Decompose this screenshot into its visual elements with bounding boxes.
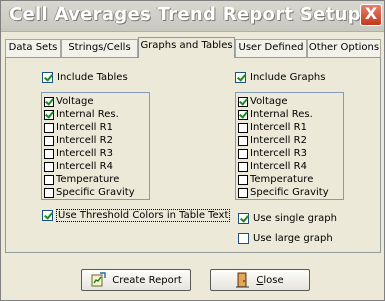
threshold-colors-label: Use Threshold Colors in Table Text — [55, 208, 231, 222]
list-item-label: Intercell R2 — [56, 135, 113, 146]
create-report-button[interactable]: Create Report — [81, 269, 191, 291]
checkbox-icon — [44, 109, 54, 120]
create-report-label: Create Report — [112, 274, 182, 286]
graphs-and-tables-panel: Include Tables Voltage Internal Res. Int… — [5, 57, 381, 253]
list-item-label: Temperature — [250, 174, 314, 185]
tables-item-intercell-r2[interactable]: Intercell R2 — [44, 134, 113, 147]
checkbox-icon — [44, 161, 54, 172]
checkbox-icon — [44, 96, 54, 107]
tables-item-intercell-r3[interactable]: Intercell R3 — [44, 147, 113, 160]
checkbox-icon — [238, 174, 248, 185]
list-item-label: Intercell R3 — [250, 148, 307, 159]
title-bar: Cell Averages Trend Report Setup X — [1, 1, 384, 32]
graphs-item-internal-res[interactable]: Internal Res. — [238, 108, 313, 121]
close-label-rest: lose — [263, 274, 284, 286]
list-item-label: Intercell R3 — [56, 148, 113, 159]
tab-graphs-and-tables[interactable]: Graphs and Tables — [138, 37, 235, 58]
tables-list: Voltage Internal Res. Intercell R1 Inter… — [41, 92, 150, 200]
list-item-label: Temperature — [56, 174, 120, 185]
checkbox-icon — [44, 148, 54, 159]
large-graph-checkbox[interactable]: Use large graph — [238, 231, 333, 245]
include-graphs-label: Include Graphs — [250, 71, 326, 83]
list-item-label: Voltage — [56, 96, 94, 107]
checkbox-icon — [238, 135, 248, 146]
checkbox-icon — [44, 122, 54, 133]
list-item-label: Specific Gravity — [250, 187, 329, 198]
threshold-colors-check — [42, 209, 53, 221]
list-item-label: Specific Gravity — [56, 187, 135, 198]
tables-item-temperature[interactable]: Temperature — [44, 173, 119, 186]
list-item-label: Internal Res. — [56, 109, 119, 120]
close-window-button[interactable]: X — [360, 4, 382, 26]
single-graph-checkbox[interactable]: Use single graph — [238, 211, 337, 225]
checkbox-icon — [44, 174, 54, 185]
graphs-item-temperature[interactable]: Temperature — [238, 173, 313, 186]
threshold-colors-checkbox[interactable]: Use Threshold Colors in Table Text — [42, 208, 231, 222]
graphs-list: Voltage Internal Res. Intercell R1 Inter… — [235, 92, 344, 200]
list-item-label: Intercell R4 — [56, 161, 113, 172]
graphs-item-intercell-r3[interactable]: Intercell R3 — [238, 147, 307, 160]
checkbox-icon — [44, 187, 54, 198]
list-item-label: Intercell R1 — [250, 122, 307, 133]
checkbox-icon — [238, 187, 248, 198]
tables-item-specific-gravity[interactable]: Specific Gravity — [44, 186, 135, 199]
close-label: Close — [256, 275, 283, 286]
graphs-item-specific-gravity[interactable]: Specific Gravity — [238, 186, 329, 199]
graphs-item-intercell-r2[interactable]: Intercell R2 — [238, 134, 307, 147]
tables-item-voltage[interactable]: Voltage — [44, 95, 94, 108]
checkbox-icon — [238, 161, 248, 172]
tab-data-sets[interactable]: Data Sets — [5, 39, 61, 57]
tables-item-intercell-r1[interactable]: Intercell R1 — [44, 121, 113, 134]
single-graph-check — [238, 212, 249, 224]
include-graphs-check — [235, 71, 246, 83]
include-tables-checkbox[interactable]: Include Tables — [42, 70, 128, 84]
graphs-item-intercell-r4[interactable]: Intercell R4 — [238, 160, 307, 173]
tab-other-options[interactable]: Other Options — [307, 39, 381, 57]
door-icon — [236, 272, 250, 288]
tab-user-defined[interactable]: User Defined — [235, 39, 307, 57]
close-button[interactable]: Close — [210, 269, 310, 291]
include-tables-label: Include Tables — [57, 71, 128, 83]
large-graph-check — [238, 232, 249, 244]
tables-item-internal-res[interactable]: Internal Res. — [44, 108, 119, 121]
list-item-label: Internal Res. — [250, 109, 313, 120]
large-graph-label: Use large graph — [253, 232, 333, 244]
single-graph-label: Use single graph — [253, 212, 337, 224]
list-item-label: Intercell R1 — [56, 122, 113, 133]
window-title: Cell Averages Trend Report Setup — [9, 4, 361, 25]
checkbox-icon — [44, 135, 54, 146]
list-item-label: Intercell R2 — [250, 135, 307, 146]
tab-strings-cells[interactable]: Strings/Cells — [61, 39, 138, 57]
checkbox-icon — [238, 96, 248, 107]
graphs-item-voltage[interactable]: Voltage — [238, 95, 288, 108]
tables-item-intercell-r4[interactable]: Intercell R4 — [44, 160, 113, 173]
list-item-label: Intercell R4 — [250, 161, 307, 172]
checkbox-icon — [238, 109, 248, 120]
checkbox-icon — [238, 122, 248, 133]
graphs-item-intercell-r1[interactable]: Intercell R1 — [238, 121, 307, 134]
include-tables-check — [42, 71, 53, 83]
report-setup-window: Cell Averages Trend Report Setup X Data … — [0, 0, 385, 301]
include-graphs-checkbox[interactable]: Include Graphs — [235, 70, 325, 84]
list-item-label: Voltage — [250, 96, 288, 107]
report-icon — [90, 272, 106, 288]
checkbox-icon — [238, 148, 248, 159]
